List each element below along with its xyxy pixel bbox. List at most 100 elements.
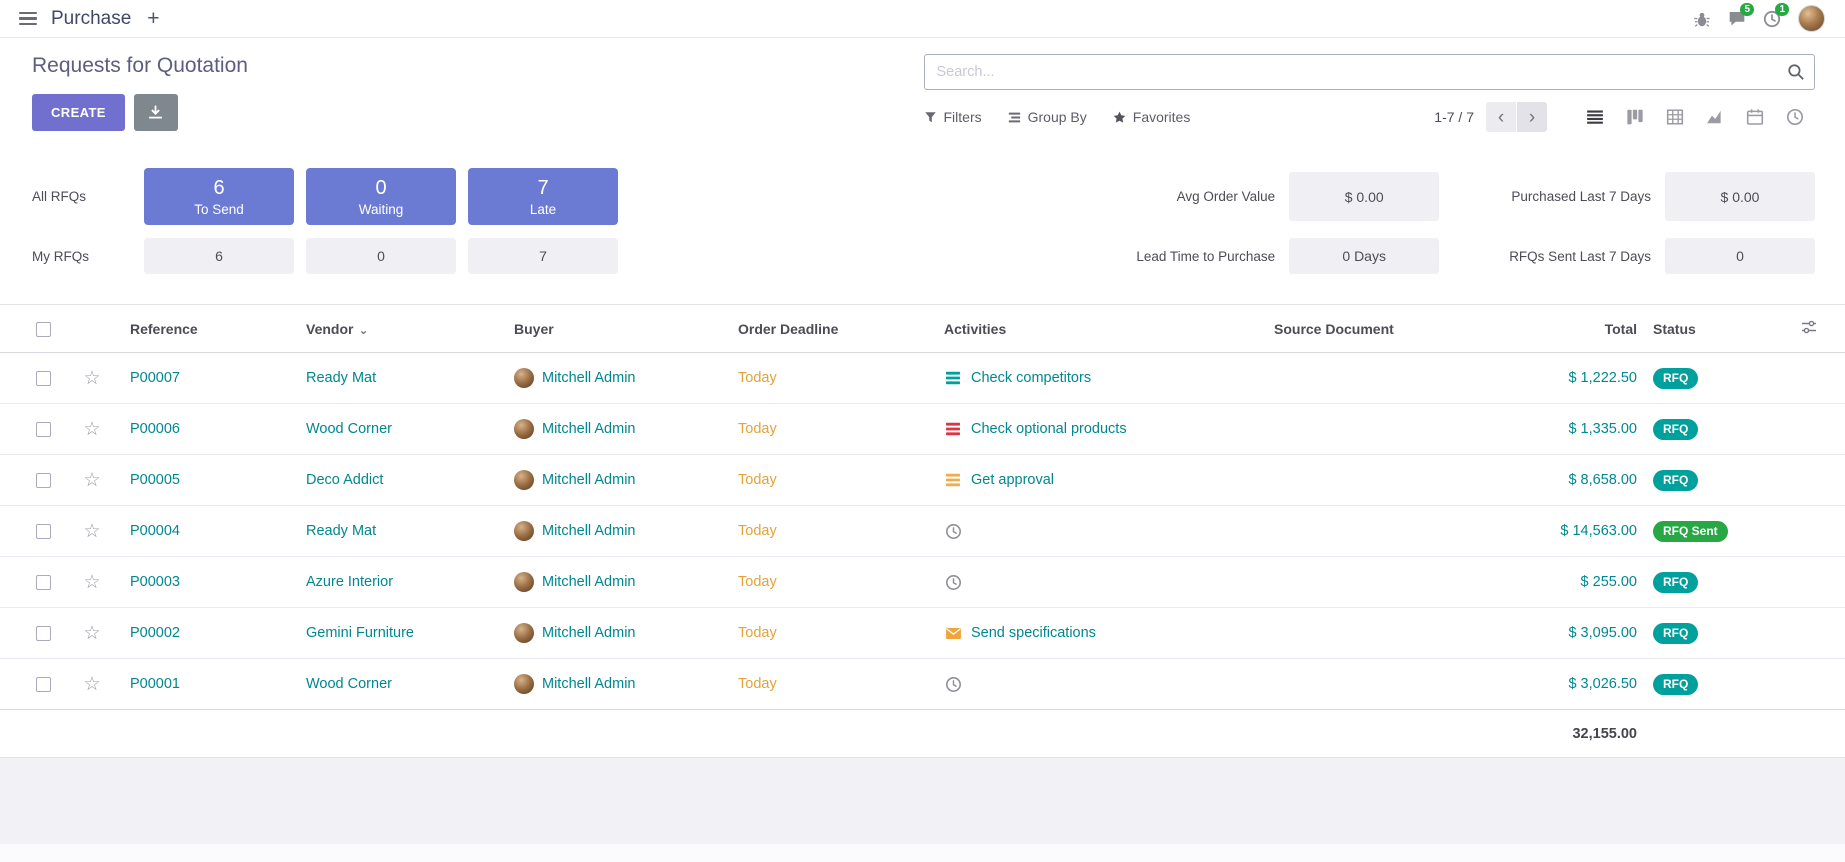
favorite-star-icon[interactable]: ☆ (83, 470, 100, 491)
row-checkbox[interactable] (36, 524, 51, 539)
favorite-star-icon[interactable]: ☆ (83, 572, 100, 593)
pager-next-button[interactable]: › (1517, 102, 1547, 132)
buyer-link[interactable]: Mitchell Admin (542, 676, 635, 692)
search-icon[interactable] (1787, 63, 1805, 85)
messages-icon[interactable]: 5 (1728, 10, 1746, 28)
my-kpi-to-send[interactable]: 6 (144, 238, 294, 274)
vendor-link[interactable]: Wood Corner (306, 421, 392, 437)
buyer-avatar (514, 470, 534, 490)
table-row[interactable]: ☆ P00004 Ready Mat Mitchell Admin Today … (0, 506, 1845, 557)
export-button[interactable] (134, 94, 178, 131)
envelope-icon[interactable] (944, 624, 962, 642)
kanban-view-icon[interactable] (1615, 102, 1655, 132)
user-avatar[interactable] (1798, 5, 1825, 32)
column-header-status[interactable]: Status (1645, 305, 1793, 353)
row-checkbox[interactable] (36, 575, 51, 590)
favorite-star-icon[interactable]: ☆ (83, 623, 100, 644)
vendor-link[interactable]: Azure Interior (306, 574, 393, 590)
tasks-icon[interactable] (944, 471, 962, 489)
app-title[interactable]: Purchase (51, 8, 131, 30)
vendor-link[interactable]: Wood Corner (306, 676, 392, 692)
reference-link[interactable]: P00007 (130, 370, 180, 386)
reference-link[interactable]: P00004 (130, 523, 180, 539)
column-header-buyer[interactable]: Buyer (506, 305, 730, 353)
table-row[interactable]: ☆ P00007 Ready Mat Mitchell Admin Today … (0, 353, 1845, 404)
favorite-star-icon[interactable]: ☆ (83, 419, 100, 440)
table-row[interactable]: ☆ P00003 Azure Interior Mitchell Admin T… (0, 557, 1845, 608)
vendor-link[interactable]: Ready Mat (306, 523, 376, 539)
reference-link[interactable]: P00006 (130, 421, 180, 437)
kpi-to-send[interactable]: 6 To Send (144, 168, 294, 225)
vendor-link[interactable]: Gemini Furniture (306, 625, 414, 641)
kpi-waiting[interactable]: 0 Waiting (306, 168, 456, 225)
table-row[interactable]: ☆ P00002 Gemini Furniture Mitchell Admin… (0, 608, 1845, 659)
vendor-link[interactable]: Ready Mat (306, 370, 376, 386)
content-background (0, 758, 1845, 844)
column-header-order-deadline[interactable]: Order Deadline (730, 305, 936, 353)
kpi-late[interactable]: 7 Late (468, 168, 618, 225)
column-header-total[interactable]: Total (1516, 305, 1645, 353)
buyer-link[interactable]: Mitchell Admin (542, 625, 635, 641)
pager-previous-button[interactable]: ‹ (1486, 102, 1516, 132)
column-header-reference[interactable]: Reference (122, 305, 298, 353)
total-amount: $ 14,563.00 (1560, 523, 1637, 539)
favorite-star-icon[interactable]: ☆ (83, 674, 100, 695)
row-checkbox[interactable] (36, 677, 51, 692)
my-kpi-late[interactable]: 7 (468, 238, 618, 274)
reference-link[interactable]: P00005 (130, 472, 180, 488)
activity-link[interactable]: Send specifications (971, 625, 1096, 641)
filters-button[interactable]: Filters (924, 109, 982, 125)
buyer-link[interactable]: Mitchell Admin (542, 421, 635, 437)
buyer-link[interactable]: Mitchell Admin (542, 574, 635, 590)
optional-columns-icon[interactable] (1793, 305, 1845, 353)
kpi-count: 0 (375, 177, 386, 200)
reference-link[interactable]: P00001 (130, 676, 180, 692)
calendar-view-icon[interactable] (1735, 102, 1775, 132)
reference-link[interactable]: P00002 (130, 625, 180, 641)
row-checkbox[interactable] (36, 422, 51, 437)
activities-clock-icon[interactable]: 1 (1763, 10, 1781, 28)
table-row[interactable]: ☆ P00005 Deco Addict Mitchell Admin Toda… (0, 455, 1845, 506)
tasks-icon[interactable] (944, 420, 962, 438)
status-badge: RFQ (1653, 470, 1698, 491)
reference-link[interactable]: P00003 (130, 574, 180, 590)
favorites-button[interactable]: Favorites (1113, 109, 1191, 125)
list-view-icon[interactable] (1575, 102, 1615, 132)
column-header-source-document[interactable]: Source Document (1266, 305, 1516, 353)
clock-icon[interactable] (944, 522, 962, 540)
group-by-button[interactable]: Group By (1008, 109, 1087, 125)
clock-icon[interactable] (944, 573, 962, 591)
pager[interactable]: 1-7 / 7 (1434, 109, 1474, 125)
create-button[interactable]: CREATE (32, 94, 125, 131)
buyer-link[interactable]: Mitchell Admin (542, 370, 635, 386)
activity-view-icon[interactable] (1775, 102, 1815, 132)
table-row[interactable]: ☆ P00006 Wood Corner Mitchell Admin Toda… (0, 404, 1845, 455)
select-all-checkbox[interactable] (36, 322, 51, 337)
buyer-link[interactable]: Mitchell Admin (542, 472, 635, 488)
activity-link[interactable]: Check competitors (971, 370, 1091, 386)
row-checkbox[interactable] (36, 371, 51, 386)
search-input[interactable] (924, 54, 1816, 90)
column-header-vendor[interactable]: Vendor⌄ (298, 305, 506, 353)
plus-icon[interactable]: + (145, 8, 161, 29)
vendor-link[interactable]: Deco Addict (306, 472, 383, 488)
buyer-link[interactable]: Mitchell Admin (542, 523, 635, 539)
favorite-star-icon[interactable]: ☆ (83, 368, 100, 389)
row-checkbox[interactable] (36, 626, 51, 641)
table-row[interactable]: ☆ P00001 Wood Corner Mitchell Admin Toda… (0, 659, 1845, 710)
row-checkbox[interactable] (36, 473, 51, 488)
activity-link[interactable]: Get approval (971, 472, 1054, 488)
favorite-star-icon[interactable]: ☆ (83, 521, 100, 542)
pivot-view-icon[interactable] (1655, 102, 1695, 132)
bug-icon[interactable] (1693, 10, 1711, 28)
graph-view-icon[interactable] (1695, 102, 1735, 132)
kpi-label: Late (530, 202, 556, 217)
column-header-activities[interactable]: Activities (936, 305, 1266, 353)
my-kpi-waiting[interactable]: 0 (306, 238, 456, 274)
apps-menu-icon[interactable] (19, 12, 37, 25)
clock-icon[interactable] (944, 675, 962, 693)
activity-link[interactable]: Check optional products (971, 421, 1127, 437)
group-by-label: Group By (1028, 109, 1087, 125)
buyer-avatar (514, 572, 534, 592)
tasks-icon[interactable] (944, 369, 962, 387)
